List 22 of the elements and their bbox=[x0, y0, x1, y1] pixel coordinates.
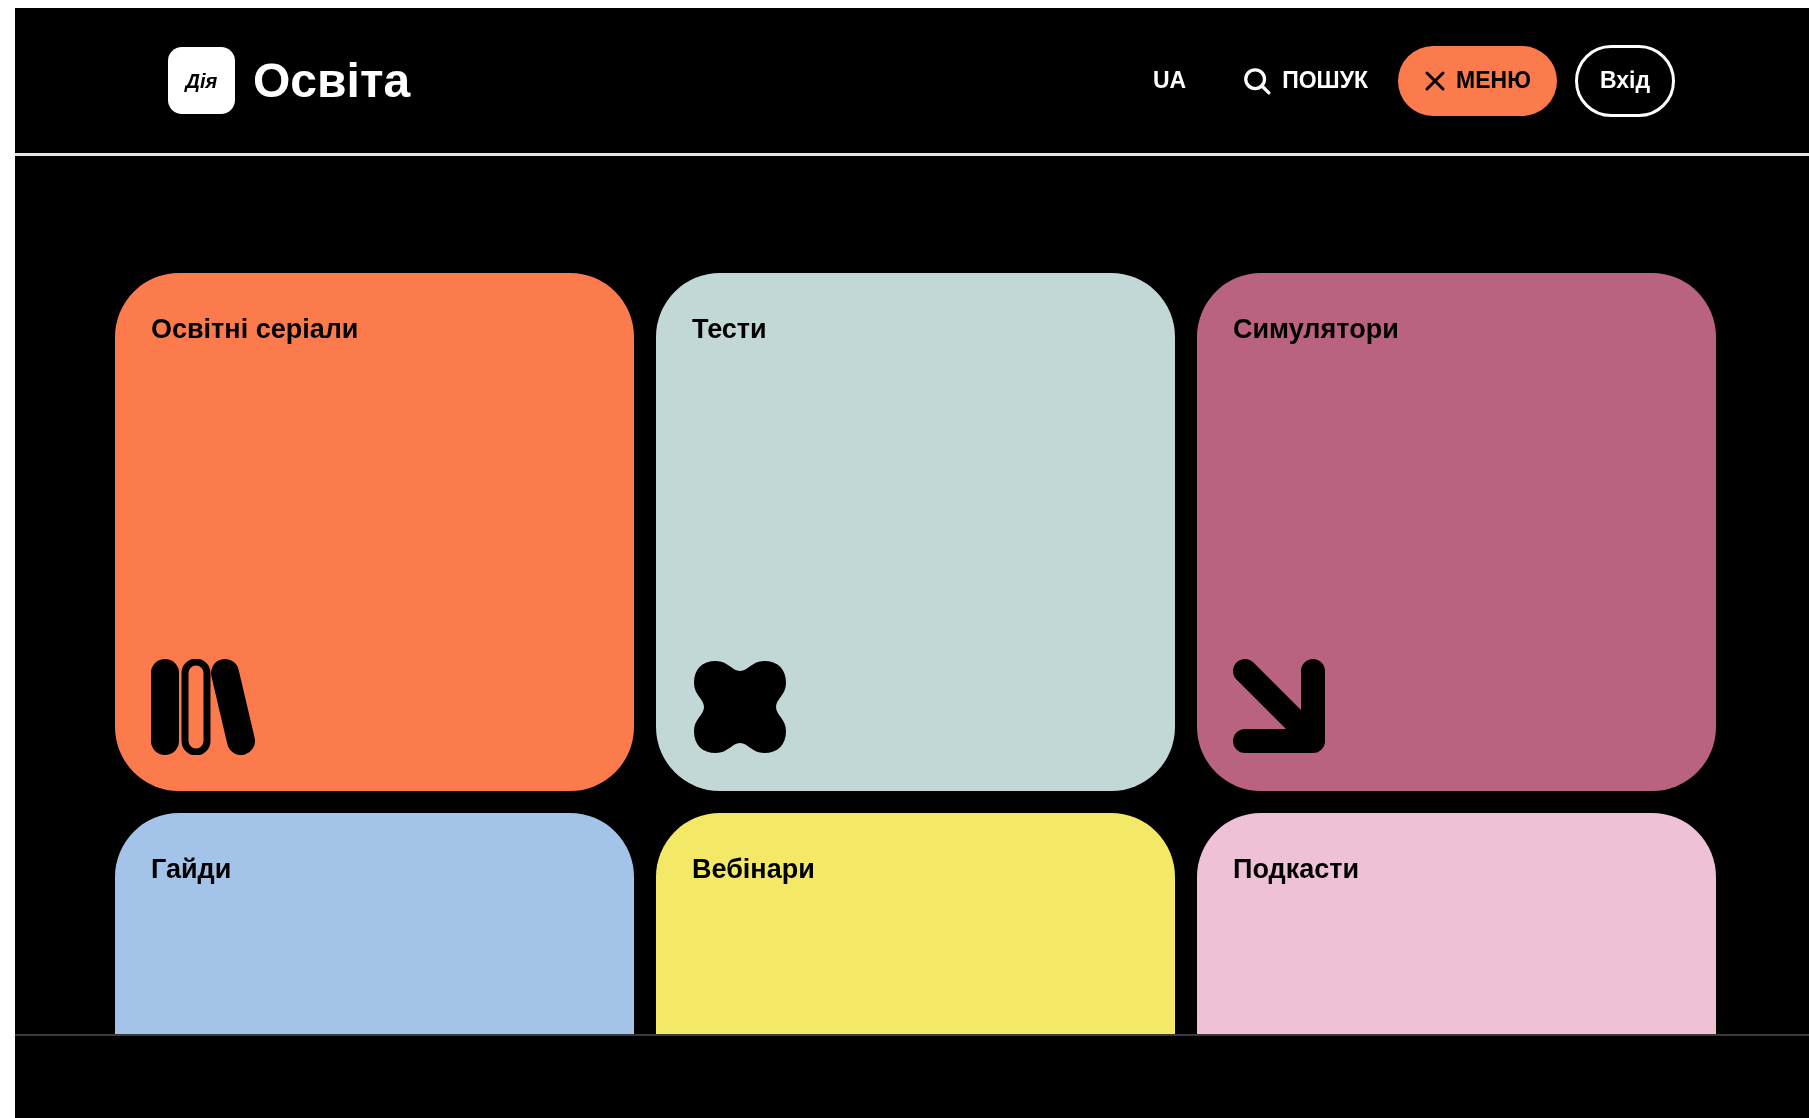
logo-badge[interactable]: Дія bbox=[168, 47, 235, 114]
category-card[interactable]: Освітні серіали bbox=[115, 273, 634, 791]
bars-icon bbox=[151, 659, 255, 755]
category-card[interactable]: Вебінари bbox=[656, 813, 1175, 1034]
category-card[interactable]: Симулятори bbox=[1197, 273, 1716, 791]
search-button[interactable]: ПОШУК bbox=[1242, 63, 1369, 98]
category-card[interactable]: Подкасти bbox=[1197, 813, 1716, 1034]
search-icon bbox=[1242, 65, 1273, 96]
login-button[interactable]: Вхід bbox=[1574, 44, 1675, 117]
category-card[interactable]: Тести bbox=[656, 273, 1175, 791]
card-title: Вебінари bbox=[692, 853, 816, 886]
close-icon bbox=[1424, 69, 1447, 92]
card-title: Освітні серіали bbox=[151, 313, 360, 346]
card-title: Подкасти bbox=[1233, 853, 1361, 886]
category-card[interactable]: Гайди bbox=[115, 813, 634, 1034]
site-title: Освіта bbox=[253, 56, 411, 105]
four-lobed-shape-icon bbox=[692, 659, 788, 755]
card-title: Симулятори bbox=[1233, 313, 1400, 346]
language-button[interactable]: UA bbox=[1152, 63, 1187, 98]
card-title: Гайди bbox=[151, 853, 233, 886]
card-title: Тести bbox=[692, 313, 768, 346]
menu-button[interactable]: МЕНЮ bbox=[1398, 45, 1557, 116]
